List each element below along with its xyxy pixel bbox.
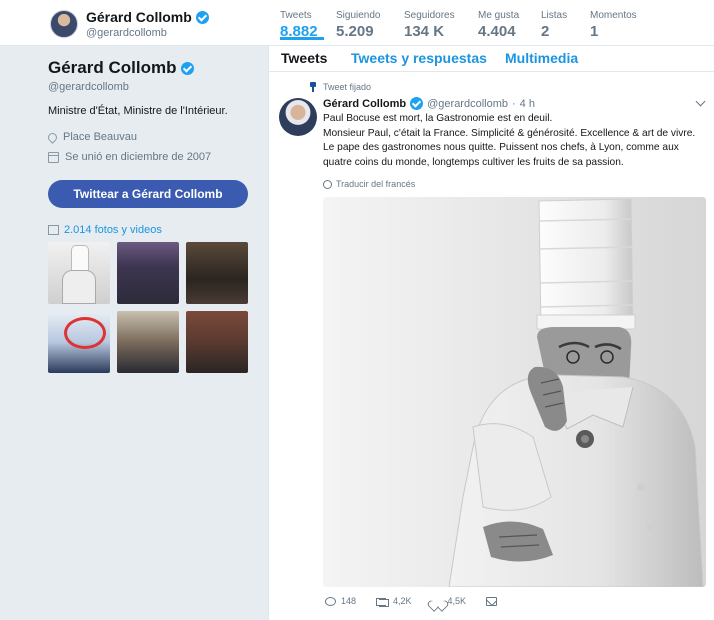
media-thumbnail[interactable] xyxy=(48,242,110,304)
envelope-icon xyxy=(486,596,498,606)
location-icon xyxy=(46,130,59,144)
reply-count: 148 xyxy=(341,596,357,606)
profile-bio: Ministre d'État, Ministre de l'Intérieur… xyxy=(48,105,228,117)
mini-profile-name[interactable]: Gérard Collomb xyxy=(86,9,209,25)
media-grid xyxy=(48,242,258,373)
stat-value: 1 xyxy=(590,23,599,40)
image-icon xyxy=(48,225,59,235)
timeline: Tweets Tweets y respuestas Multimedia Tw… xyxy=(268,46,714,620)
reply-button[interactable]: 148 xyxy=(325,596,356,606)
tweet-author-name[interactable]: Gérard Collomb xyxy=(323,98,406,110)
reply-icon xyxy=(325,596,336,606)
stat-lists[interactable]: Listas 2 xyxy=(541,0,575,40)
mini-handle[interactable]: @gerardcollomb xyxy=(86,27,167,39)
stat-label: Listas xyxy=(541,10,568,21)
photos-videos-link[interactable]: 2.014 fotos y videos xyxy=(48,224,258,236)
pin-icon xyxy=(309,82,317,92)
mini-name-text: Gérard Collomb xyxy=(86,9,192,25)
stat-label: Momentos xyxy=(590,10,637,21)
stat-value: 134 K xyxy=(404,23,445,40)
separator: · xyxy=(512,97,516,110)
location-text: Place Beauvau xyxy=(63,131,137,143)
tab-tweets-replies[interactable]: Tweets y respuestas xyxy=(351,50,487,66)
stat-likes[interactable]: Me gusta 4.404 xyxy=(478,0,528,40)
tweet-text: Paul Bocuse est mort, la Gastronomie est… xyxy=(323,112,709,170)
tweet-line: Paul Bocuse est mort, la Gastronomie est… xyxy=(323,113,553,124)
stat-moments[interactable]: Momentos 1 xyxy=(590,0,650,40)
stat-value: 8.882 xyxy=(280,23,318,40)
tab-media[interactable]: Multimedia xyxy=(505,50,578,66)
heart-icon xyxy=(432,596,443,606)
media-thumbnail[interactable] xyxy=(117,311,179,373)
profile-sidebar: Gérard Collomb @gerardcollomb Ministre d… xyxy=(46,58,258,373)
tweet-line: Le pape des gastronomes nous quitte. Pui… xyxy=(323,142,679,168)
tweet-avatar[interactable] xyxy=(279,98,317,136)
media-thumbnail[interactable] xyxy=(186,242,248,304)
media-link-text: 2.014 fotos y videos xyxy=(64,224,162,236)
tweet-author-handle[interactable]: @gerardcollomb xyxy=(427,98,508,110)
like-button[interactable]: 4,5K xyxy=(432,596,467,606)
stat-label: Me gusta xyxy=(478,10,520,21)
stat-value: 2 xyxy=(541,23,550,40)
timeline-tabs: Tweets Tweets y respuestas Multimedia xyxy=(269,46,714,72)
tweet-to-button[interactable]: Twittear a Gérard Collomb xyxy=(48,180,248,208)
stat-label: Tweets xyxy=(280,10,312,21)
profile-joined: Se unió en diciembre de 2007 xyxy=(48,151,258,163)
retweet-button[interactable]: 4,2K xyxy=(376,596,412,607)
pinned-label: Tweet fijado xyxy=(323,82,372,92)
media-thumbnail[interactable] xyxy=(186,311,248,373)
like-count: 4,5K xyxy=(447,596,467,606)
profile-handle[interactable]: @gerardcollomb xyxy=(48,81,258,93)
stat-followers[interactable]: Seguidores 134 K xyxy=(404,0,468,40)
tweet-photo[interactable] xyxy=(323,197,706,587)
translate-link[interactable]: Traducir del francés xyxy=(323,179,415,189)
globe-icon xyxy=(323,179,332,189)
tweet-actions: 148 4,2K 4,5K xyxy=(325,596,517,607)
verified-icon xyxy=(410,97,424,110)
stat-label: Siguiendo xyxy=(336,10,381,21)
verified-icon xyxy=(181,61,195,75)
stat-value: 5.209 xyxy=(336,23,374,40)
profile-nav-bar: Gérard Collomb @gerardcollomb Tweets 8.8… xyxy=(0,0,714,46)
tweet-line: Monsieur Paul, c'était la France. Simpli… xyxy=(323,127,696,139)
chevron-down-icon[interactable] xyxy=(695,96,706,107)
stat-following[interactable]: Siguiendo 5.209 xyxy=(336,0,392,40)
translate-text: Traducir del francés xyxy=(336,179,416,189)
stat-tweets[interactable]: Tweets 8.882 xyxy=(280,0,324,40)
calendar-icon xyxy=(48,151,59,163)
tweet-header: Gérard Collomb @gerardcollomb · 4 h xyxy=(323,97,535,110)
verified-icon xyxy=(195,10,209,24)
tweet-timestamp[interactable]: 4 h xyxy=(520,98,535,110)
stat-value: 4.404 xyxy=(478,23,516,40)
media-thumbnail[interactable] xyxy=(48,311,110,373)
tab-tweets[interactable]: Tweets xyxy=(281,50,327,66)
stat-label: Seguidores xyxy=(404,10,455,21)
direct-message-button[interactable] xyxy=(486,596,498,606)
retweet-count: 4,2K xyxy=(393,596,412,606)
pinned-indicator: Tweet fijado xyxy=(309,82,371,92)
mini-avatar[interactable] xyxy=(50,10,78,38)
profile-name[interactable]: Gérard Collomb xyxy=(48,58,258,78)
retweet-icon xyxy=(376,597,390,607)
joined-text: Se unió en diciembre de 2007 xyxy=(65,151,212,163)
media-thumbnail[interactable] xyxy=(117,242,179,304)
profile-name-text: Gérard Collomb xyxy=(48,58,177,77)
profile-location: Place Beauvau xyxy=(46,130,258,144)
chef-portrait-image xyxy=(448,198,704,587)
